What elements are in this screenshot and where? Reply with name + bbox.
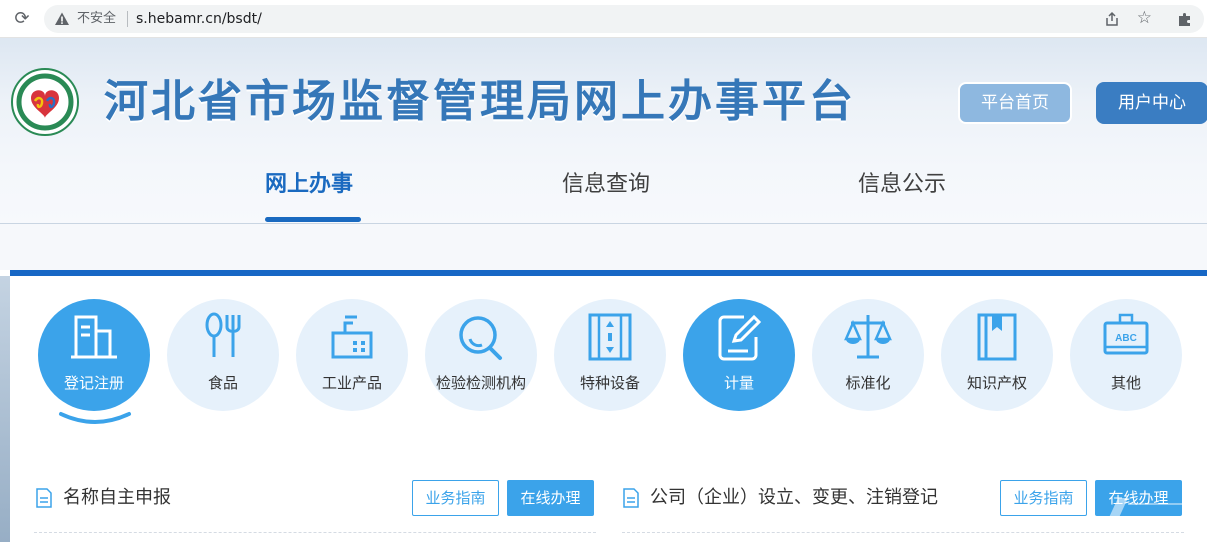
url-text[interactable]: s.hebamr.cn/bsdt/: [136, 10, 262, 28]
magnifier-icon: [459, 316, 502, 360]
bookmark-book-icon: [977, 313, 1017, 361]
building-icon: [71, 315, 117, 359]
document-icon: [623, 488, 639, 508]
active-tab-indicator: [265, 217, 361, 222]
address-bar[interactable]: 不安全 s.hebamr.cn/bsdt/ ☆: [44, 5, 1204, 33]
category-label: 检验检测机构: [435, 374, 526, 392]
scale-icon: [844, 315, 892, 359]
online-apply-button[interactable]: 在线办理: [507, 480, 594, 516]
site-title: 河北省市场监督管理局网上办事平台: [104, 76, 856, 127]
edit-document-icon: [718, 314, 762, 361]
user-center-button[interactable]: 用户中心: [1096, 82, 1207, 124]
category-label: 标准化: [845, 374, 891, 392]
service-title[interactable]: 公司（企业）设立、变更、注销登记: [650, 486, 938, 510]
category-food[interactable]: 食品: [167, 299, 279, 411]
document-icon: [36, 488, 52, 508]
row-divider: [34, 532, 596, 533]
category-label: 计量: [723, 374, 754, 392]
tab-info-public[interactable]: 信息公示: [858, 168, 946, 202]
bookmark-star-icon[interactable]: ☆: [1137, 9, 1152, 27]
category-other[interactable]: ABC 其他: [1070, 299, 1182, 411]
warning-icon[interactable]: [54, 11, 70, 27]
factory-icon: [331, 315, 373, 359]
side-decoration: [0, 276, 10, 542]
guide-button[interactable]: 业务指南: [412, 480, 499, 516]
security-label: 不安全: [77, 11, 117, 26]
category-label: 登记注册: [63, 374, 124, 392]
category-label: 食品: [207, 374, 238, 392]
spacer-band: [0, 224, 1207, 270]
share-icon[interactable]: [1104, 11, 1120, 27]
category-special-equipment[interactable]: 特种设备: [554, 299, 666, 411]
category-label: 知识产权: [966, 374, 1027, 392]
logo-emblem-icon: [11, 68, 79, 136]
category-inspection-agencies[interactable]: 检验检测机构: [425, 299, 537, 411]
svg-text:ABC: ABC: [1115, 333, 1137, 344]
site-header: 河北省市场监督管理局网上办事平台 平台首页 用户中心 网上办事 信息查询 信息公…: [0, 38, 1207, 224]
divider: [127, 11, 128, 27]
category-industrial-products[interactable]: 工业产品: [296, 299, 408, 411]
category-metrology[interactable]: 计量: [683, 299, 795, 411]
category-label: 特种设备: [579, 374, 640, 392]
browser-toolbar: ⟳ 不安全 s.hebamr.cn/bsdt/ ☆: [0, 0, 1207, 38]
extensions-puzzle-icon[interactable]: [1177, 11, 1193, 27]
tab-online-service[interactable]: 网上办事: [265, 168, 353, 202]
elevator-icon: [588, 313, 632, 361]
category-label: 工业产品: [321, 374, 382, 392]
category-intellectual-property[interactable]: 知识产权: [941, 299, 1053, 411]
category-registration[interactable]: 登记注册: [38, 299, 150, 411]
abc-badge-icon: ABC: [1103, 313, 1149, 355]
category-standardization[interactable]: 标准化: [812, 299, 924, 411]
category-label: 其他: [1110, 374, 1141, 392]
service-title[interactable]: 名称自主申报: [63, 486, 171, 510]
tab-info-query[interactable]: 信息查询: [562, 168, 650, 202]
reload-icon[interactable]: ⟳: [12, 9, 32, 29]
guide-button[interactable]: 业务指南: [1000, 480, 1087, 516]
spoon-fork-icon: [205, 312, 241, 357]
home-button[interactable]: 平台首页: [958, 82, 1072, 124]
active-category-arc: [59, 412, 131, 424]
watermark-logo-icon: [1106, 498, 1188, 524]
